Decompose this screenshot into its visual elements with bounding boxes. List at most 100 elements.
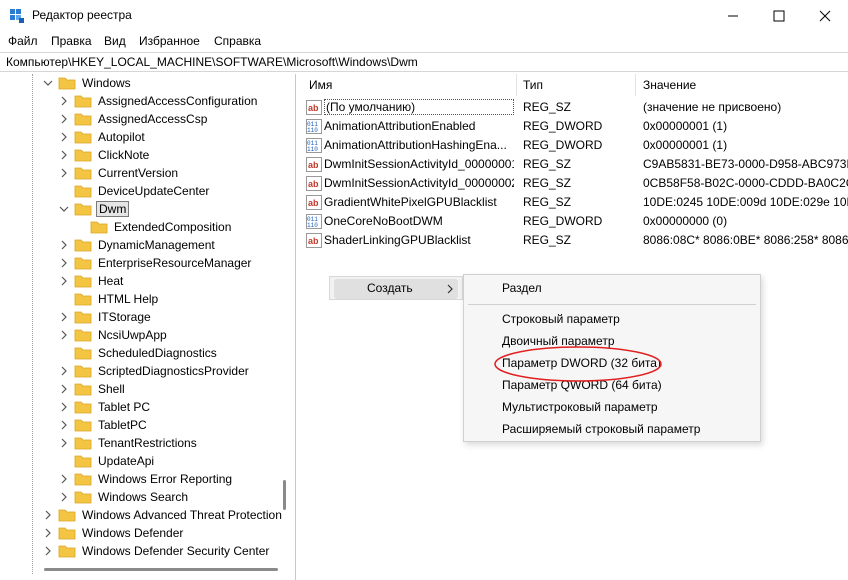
chevron-right-icon[interactable] [58,401,70,413]
tree-item[interactable]: EnterpriseResourceManager [58,254,253,272]
chevron-right-icon[interactable] [58,311,70,323]
tree-item[interactable]: Windows Advanced Threat Protection [42,506,284,524]
chevron-right-icon[interactable] [58,473,70,485]
column-separator[interactable] [516,74,517,96]
chevron-right-icon[interactable] [42,509,54,521]
tree-item[interactable]: ExtendedComposition [74,218,233,236]
tree-horizontal-scrollbar[interactable] [44,568,278,571]
registry-value-row[interactable]: ab DwmInitSessionActivityId_00000002 REG_S… [301,174,848,193]
submenu-item-multistring[interactable]: Мультистроковый параметр [502,400,658,414]
chevron-right-icon[interactable] [58,365,70,377]
column-separator[interactable] [635,74,636,96]
column-name[interactable]: Имя [309,78,332,92]
tree-item[interactable]: Shell [58,380,127,398]
tree-item[interactable]: Heat [58,272,125,290]
tree-item[interactable]: AssignedAccessConfiguration [58,92,259,110]
tree-item[interactable]: ClickNote [58,146,151,164]
minimize-button[interactable] [710,0,756,32]
chevron-right-icon[interactable] [58,437,70,449]
folder-icon [74,149,92,162]
tree-spacer [58,185,70,197]
address-bar[interactable]: Компьютер\HKEY_LOCAL_MACHINE\SOFTWARE\Mi… [0,52,848,72]
chevron-right-icon[interactable] [42,545,54,557]
tree-item[interactable]: ScheduledDiagnostics [58,344,219,362]
menu-favorites[interactable]: Избранное [139,34,200,48]
registry-value-row[interactable]: 011 110 AnimationAttributionEnabled REG_DWO… [301,117,848,136]
tree-item[interactable]: Dwm [58,200,130,218]
menu-edit[interactable]: Правка [51,34,92,48]
tree-item[interactable]: UpdateApi [58,452,156,470]
tree-item[interactable]: TenantRestrictions [58,434,199,452]
chevron-right-icon[interactable] [58,239,70,251]
value-name: AnimationAttributionEnabled [324,119,476,133]
close-button[interactable] [802,0,848,32]
column-value[interactable]: Значение [643,78,696,92]
folder-icon [74,239,92,252]
tree-spacer [74,221,86,233]
column-type[interactable]: Тип [523,78,543,92]
chevron-right-icon[interactable] [58,491,70,503]
registry-value-row[interactable]: 011 110 OneCoreNoBootDWM REG_DWORD 0x0000000… [301,212,848,231]
tree-item[interactable]: Windows Error Reporting [58,470,234,488]
tree-item[interactable]: AssignedAccessCsp [58,110,209,128]
folder-icon [58,527,76,540]
tree-item[interactable]: DeviceUpdateCenter [58,182,211,200]
chevron-right-icon[interactable] [58,419,70,431]
folder-icon [74,95,92,108]
tree-item[interactable]: Tablet PC [58,398,152,416]
tree-item-label: HTML Help [98,292,159,306]
value-data: 0x00000001 (1) [643,138,728,152]
submenu-item-string[interactable]: Строковый параметр [502,312,620,326]
menu-help[interactable]: Справка [214,34,261,48]
tree-item[interactable]: Windows Defender Security Center [42,542,271,560]
minimize-icon [728,15,738,17]
chevron-right-icon[interactable] [58,131,70,143]
tree-item[interactable]: Autopilot [58,128,147,146]
tree-item[interactable]: Windows [42,74,133,92]
tree-item[interactable]: NcsiUwpApp [58,326,169,344]
tree-vertical-scrollbar[interactable] [283,480,286,510]
chevron-right-icon[interactable] [58,257,70,269]
chevron-right-icon[interactable] [58,113,70,125]
tree-item[interactable]: HTML Help [58,290,160,308]
chevron-right-icon[interactable] [58,95,70,107]
tree-spacer [58,293,70,305]
tree-item[interactable]: ITStorage [58,308,153,326]
tree-item[interactable]: Windows Search [58,488,190,506]
chevron-right-icon[interactable] [58,167,70,179]
registry-value-row[interactable]: ab GradientWhitePixelGPUBlacklist REG_SZ 10… [301,193,848,212]
maximize-button[interactable] [756,0,802,32]
folder-icon [74,293,92,306]
submenu-item-expandable-string[interactable]: Расширяемый строковый параметр [502,422,700,436]
chevron-right-icon[interactable] [58,275,70,287]
chevron-right-icon[interactable] [58,329,70,341]
list-header: Имя Тип Значение [301,74,848,96]
menu-file[interactable]: Файл [8,34,38,48]
svg-text:ab: ab [308,160,319,170]
registry-value-row[interactable]: ab (По умолчанию) REG_SZ (значение не присв… [301,98,848,117]
chevron-down-icon[interactable] [42,77,54,89]
submenu-item-key[interactable]: Раздел [502,281,542,295]
folder-icon [58,509,76,522]
chevron-right-icon[interactable] [58,149,70,161]
menu-view[interactable]: Вид [104,34,126,48]
tree-item[interactable]: TabletPC [58,416,149,434]
registry-value-row[interactable]: ab DwmInitSessionActivityId_00000001 REG_S… [301,155,848,174]
tree-item-label: TenantRestrictions [98,436,197,450]
tree-item[interactable]: DynamicManagement [58,236,217,254]
registry-value-row[interactable]: 011 110 AnimationAttributionHashingEna... R… [301,136,848,155]
tree-item-label: Windows Advanced Threat Protection [82,508,282,522]
chevron-right-icon[interactable] [42,527,54,539]
value-data: 0CB58F58-B02C-0000-CDDD-BA0C2CE [643,176,848,190]
window-title: Редактор реестра [32,8,132,22]
registry-value-row[interactable]: ab ShaderLinkingGPUBlacklist REG_SZ 8086:08… [301,231,848,250]
value-data: C9AB5831-BE73-0000-D958-ABC973BE [643,157,848,171]
tree-item[interactable]: Windows Defender [42,524,185,542]
chevron-down-icon[interactable] [58,203,70,215]
tree-item[interactable]: ScriptedDiagnosticsProvider [58,362,251,380]
registry-editor-icon [10,9,24,23]
tree-spacer [58,347,70,359]
tree-item[interactable]: CurrentVersion [58,164,180,182]
folder-icon [74,329,92,342]
chevron-right-icon[interactable] [58,383,70,395]
